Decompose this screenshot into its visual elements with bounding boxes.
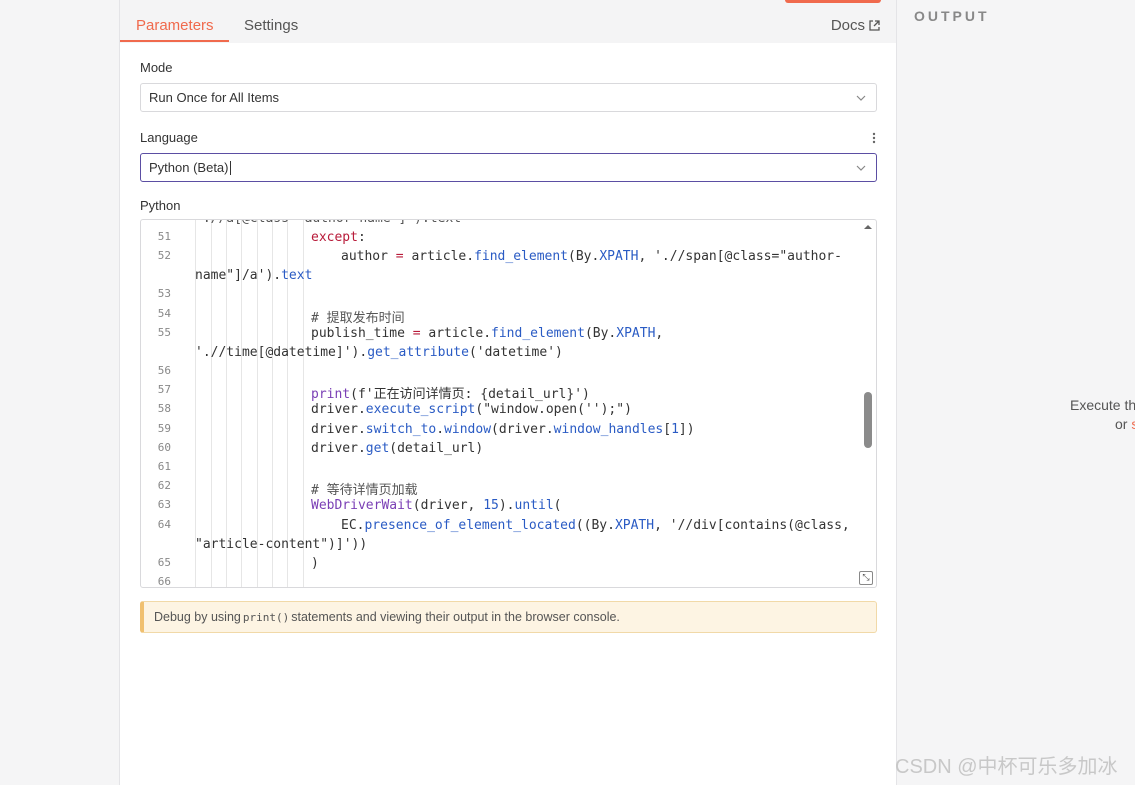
active-tab-indicator — [120, 40, 229, 42]
code-line: ) — [311, 556, 319, 571]
code-line: driver.get(detail_url) — [311, 441, 484, 456]
line-number: 52 — [157, 249, 171, 262]
hint-code: print() — [242, 610, 290, 624]
scroll-up-icon[interactable] — [863, 224, 873, 230]
canvas-left-area — [0, 0, 119, 785]
line-number: 55 — [157, 326, 171, 339]
docs-label: Docs — [830, 17, 865, 34]
text-cursor — [229, 160, 231, 175]
line-number: 64 — [157, 518, 171, 531]
language-value: Python (Beta) — [149, 160, 229, 175]
execute-button-edge[interactable] — [785, 0, 881, 3]
line-number: 61 — [157, 460, 171, 473]
code-line: driver.execute_script("window.open('');"… — [311, 402, 632, 417]
hint-prefix: Debug by using — [154, 610, 241, 624]
debug-hint-callout: Debug by using print() statements and vi… — [140, 601, 877, 633]
scrollbar-thumb[interactable] — [864, 392, 872, 448]
code-line: "article-content")]')) — [195, 537, 368, 552]
tab-parameters[interactable]: Parameters — [136, 17, 214, 34]
execute-hint-or: or s — [1115, 416, 1135, 432]
line-number: 63 — [157, 498, 171, 511]
external-link-icon — [869, 20, 880, 31]
code-line: print(f'正在访问详情页: {detail_url}') — [311, 387, 590, 402]
tab-bar: Parameters Settings Docs — [120, 0, 896, 43]
scrollbar-track[interactable] — [860, 220, 876, 587]
code-line: driver.switch_to.window(driver.window_ha… — [311, 422, 695, 437]
line-number: 56 — [157, 364, 171, 377]
expand-editor-icon[interactable]: ⤡ — [859, 571, 873, 585]
code-line: './/time[@datetime]').get_attribute('dat… — [195, 345, 563, 360]
csdn-watermark: CSDN @中杯可乐多加冰 — [895, 756, 1118, 778]
code-line: WebDriverWait(driver, 15).until( — [311, 498, 562, 513]
output-title: OUTPUT — [914, 8, 990, 24]
kebab-menu-icon[interactable] — [872, 132, 876, 144]
execute-hint-text: Execute th — [1070, 397, 1135, 413]
line-number: 65 — [157, 556, 171, 569]
code-line: './/a[@class="author-name"]').text — [195, 220, 461, 226]
line-number: 60 — [157, 441, 171, 454]
line-number: 53 — [157, 287, 171, 300]
language-label: Language — [140, 130, 198, 145]
line-number: 66 — [157, 575, 171, 588]
mode-label: Mode — [140, 60, 173, 75]
docs-link[interactable]: Docs — [831, 17, 880, 34]
mode-value: Run Once for All Items — [149, 90, 280, 105]
or-accent-link[interactable]: s — [1131, 416, 1135, 432]
tab-settings[interactable]: Settings — [244, 17, 298, 34]
python-label: Python — [140, 198, 181, 213]
code-line: except: — [311, 230, 366, 245]
line-number: 59 — [157, 422, 171, 435]
code-line: publish_time = article.find_element(By.X… — [311, 326, 664, 341]
code-line: # 等待详情页加载 — [311, 483, 418, 498]
chevron-down-icon — [856, 165, 866, 171]
line-number: 54 — [157, 307, 171, 320]
line-number: 58 — [157, 402, 171, 415]
or-text: or — [1115, 416, 1128, 432]
code-line: # 提取发布时间 — [311, 311, 405, 326]
code-line: name"]/a').text — [195, 268, 313, 283]
output-panel: OUTPUT Execute th or s — [897, 0, 1135, 785]
code-line: author = article.find_element(By.XPATH, … — [341, 249, 842, 264]
line-number-gutter: 51 52 53 54 55 56 57 58 59 60 61 62 63 6… — [141, 220, 191, 587]
language-select[interactable]: Python (Beta) — [140, 153, 877, 182]
node-parameters-panel: Parameters Settings Docs Mode Run Once f… — [119, 0, 897, 785]
code-line: EC.presence_of_element_located((By.XPATH… — [341, 518, 850, 533]
line-number: 62 — [157, 479, 171, 492]
hint-suffix: statements and viewing their output in t… — [291, 610, 620, 624]
line-number: 57 — [157, 383, 171, 396]
mode-select[interactable]: Run Once for All Items — [140, 83, 877, 112]
chevron-down-icon — [856, 95, 866, 101]
line-number: 51 — [157, 230, 171, 243]
python-code-editor[interactable]: 51 52 53 54 55 56 57 58 59 60 61 62 63 6… — [140, 219, 877, 588]
